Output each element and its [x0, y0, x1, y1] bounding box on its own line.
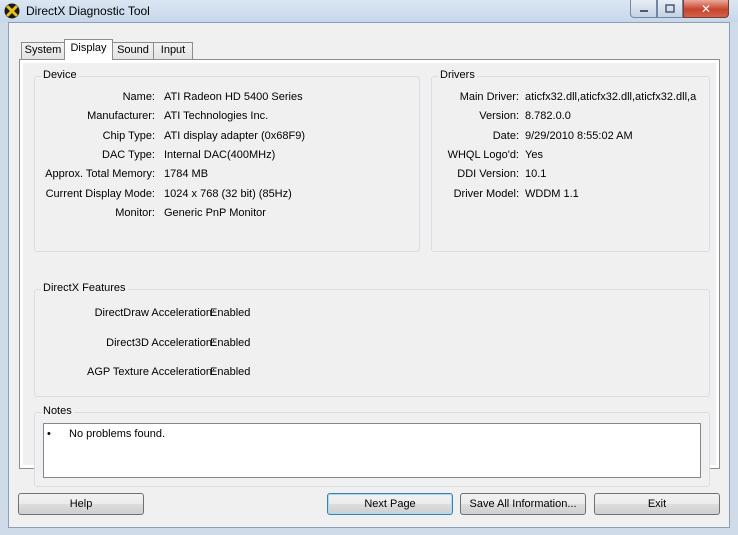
note-item: No problems found.: [69, 428, 165, 440]
device-value: ATI Radeon HD 5400 Series: [164, 91, 303, 103]
drivers-label: WHQL Logo'd:: [447, 149, 519, 161]
drivers-label: Date:: [492, 130, 519, 142]
device-value: ATI Technologies Inc.: [164, 110, 269, 122]
device-value: Generic PnP Monitor: [164, 207, 266, 219]
device-row-manufacturer: Manufacturer: ATI Technologies Inc.: [35, 110, 415, 124]
drivers-row-whql: WHQL Logo'd: Yes: [432, 149, 707, 163]
maximize-icon: [665, 4, 675, 13]
feature-row-agp-texture: AGP Texture Acceleration: Enabled: [35, 366, 705, 380]
feature-row-direct3d: Direct3D Acceleration: Enabled: [35, 337, 705, 351]
notes-group: Notes • No problems found.: [34, 405, 710, 487]
drivers-value: aticfx32.dll,aticfx32.dll,aticfx32.dll,a: [525, 91, 697, 103]
drivers-label: Main Driver:: [459, 91, 519, 103]
drivers-group: Drivers Main Driver: aticfx32.dll,aticfx…: [431, 69, 710, 252]
drivers-value: 9/29/2010 8:55:02 AM: [525, 130, 633, 142]
device-value: 1784 MB: [164, 168, 209, 180]
device-label: Manufacturer:: [87, 110, 155, 122]
feature-value: Enabled: [210, 307, 251, 319]
minimize-icon: [639, 9, 648, 12]
directx-features-group: DirectX Features DirectDraw Acceleration…: [34, 282, 710, 397]
device-label: Name:: [122, 91, 155, 103]
help-button[interactable]: Help: [18, 493, 144, 515]
device-value: Internal DAC(400MHz): [164, 149, 276, 161]
drivers-label: Driver Model:: [453, 188, 519, 200]
next-page-button[interactable]: Next Page: [327, 493, 453, 515]
minimize-button[interactable]: [630, 0, 657, 18]
drivers-row-date: Date: 9/29/2010 8:55:02 AM: [432, 130, 707, 144]
bullet: •: [47, 428, 51, 440]
device-label: Current Display Mode:: [45, 188, 155, 200]
close-icon: ✕: [700, 1, 712, 16]
device-group: Device Name: ATI Radeon HD 5400 Series M…: [34, 69, 420, 252]
directx-x-icon: [4, 3, 20, 19]
features-group-title: DirectX Features: [41, 282, 128, 294]
notes-textbox[interactable]: • No problems found.: [43, 423, 701, 478]
device-row-chip-type: Chip Type: ATI display adapter (0x68F9): [35, 130, 415, 144]
device-label: Monitor:: [115, 207, 155, 219]
close-button[interactable]: ✕: [683, 0, 729, 18]
feature-label: AGP Texture Acceleration:: [87, 366, 215, 378]
tab-display[interactable]: Display: [64, 39, 113, 60]
tab-sound[interactable]: Sound: [112, 42, 154, 59]
dialog-client-area: System Display Sound Input Device Name: …: [8, 22, 730, 528]
drivers-value: 10.1: [525, 168, 547, 180]
display-tab-panel: Device Name: ATI Radeon HD 5400 Series M…: [19, 59, 720, 487]
drivers-group-title: Drivers: [438, 69, 477, 81]
device-row-dac-type: DAC Type: Internal DAC(400MHz): [35, 149, 415, 163]
device-label: Approx. Total Memory:: [45, 168, 155, 180]
window-title: DirectX Diagnostic Tool: [26, 4, 150, 18]
drivers-row-driver-model: Driver Model: WDDM 1.1: [432, 188, 707, 202]
drivers-row-version: Version: 8.782.0.0: [432, 110, 707, 124]
drivers-label: DDI Version:: [457, 168, 519, 180]
exit-button[interactable]: Exit: [594, 493, 720, 515]
tab-system[interactable]: System: [21, 42, 65, 59]
device-row-display-mode: Current Display Mode: 1024 x 768 (32 bit…: [35, 188, 415, 202]
device-value: 1024 x 768 (32 bit) (85Hz): [164, 188, 292, 200]
device-row-memory: Approx. Total Memory: 1784 MB: [35, 168, 415, 182]
drivers-value: Yes: [525, 149, 543, 161]
feature-value: Enabled: [210, 366, 251, 378]
device-label: DAC Type:: [102, 149, 155, 161]
drivers-row-main-driver: Main Driver: aticfx32.dll,aticfx32.dll,a…: [432, 91, 707, 105]
device-group-title: Device: [41, 69, 79, 81]
drivers-label: Version:: [479, 110, 519, 122]
drivers-row-ddi-version: DDI Version: 10.1: [432, 168, 707, 182]
save-all-information-button[interactable]: Save All Information...: [460, 493, 586, 515]
drivers-value: WDDM 1.1: [525, 188, 579, 200]
feature-label: Direct3D Acceleration:: [106, 337, 215, 349]
device-value: ATI display adapter (0x68F9): [164, 130, 306, 142]
drivers-value: 8.782.0.0: [525, 110, 571, 122]
tab-input[interactable]: Input: [153, 42, 193, 59]
feature-value: Enabled: [210, 337, 251, 349]
feature-label: DirectDraw Acceleration:: [94, 307, 215, 319]
feature-row-directdraw: DirectDraw Acceleration: Enabled: [35, 307, 705, 321]
device-row-monitor: Monitor: Generic PnP Monitor: [35, 207, 415, 221]
notes-group-title: Notes: [41, 405, 74, 417]
title-bar[interactable]: DirectX Diagnostic Tool ✕: [0, 0, 738, 22]
device-label: Chip Type:: [102, 130, 155, 142]
maximize-button[interactable]: [657, 0, 683, 18]
device-row-name: Name: ATI Radeon HD 5400 Series: [35, 91, 415, 105]
